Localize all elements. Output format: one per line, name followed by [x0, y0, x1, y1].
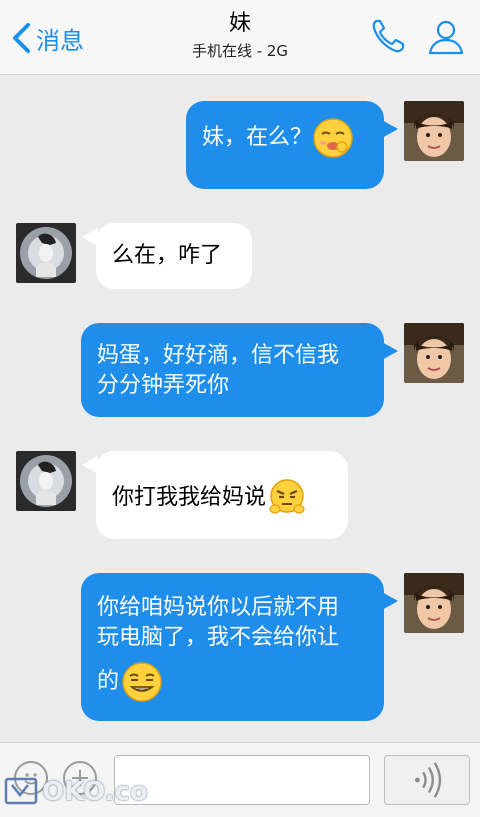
message-text: 么在，咋了 [112, 243, 223, 268]
message-text: 妹，在么？ [202, 125, 313, 150]
message-text-line-with-emoji: 的 [97, 661, 384, 703]
sly-smile-emoji [312, 117, 354, 159]
watermark-logo-icon [4, 777, 38, 805]
message-bubble-incoming[interactable]: 么在，咋了 [96, 223, 252, 289]
message-text-line: 你给咱妈说你以后就不用 [97, 595, 340, 620]
message-text-line: 妈蛋，好好滴，信不信我 [97, 343, 340, 368]
contact-avatar[interactable] [16, 223, 76, 283]
girl-avatar-image [404, 101, 464, 161]
message-text: 你打我我给妈说 [112, 485, 267, 510]
message-text-line: 分分钟弄死你 [97, 373, 230, 398]
grin-emoji [121, 661, 163, 703]
voice-button[interactable] [384, 755, 470, 805]
message-bubble-incoming[interactable]: 你打我我给妈说 [96, 451, 348, 539]
my-avatar[interactable] [404, 323, 464, 383]
contact-title-block: 妹 手机在线 - 2G [0, 10, 480, 62]
voice-wave-icon [415, 762, 442, 798]
message-input[interactable] [114, 755, 370, 805]
message-bubble-outgoing[interactable]: 妈蛋，好好滴，信不信我 分分钟弄死你 [81, 323, 384, 417]
contact-avatar[interactable] [16, 451, 76, 511]
contact-name: 妹 [228, 11, 251, 36]
sketch-avatar-image [16, 451, 76, 511]
girl-avatar-image [404, 573, 464, 633]
phone-icon[interactable] [368, 16, 408, 56]
bubble-tail [382, 342, 398, 360]
sketch-avatar-image [16, 223, 76, 283]
bubble-tail [382, 120, 398, 138]
my-avatar[interactable] [404, 573, 464, 633]
message-text-line: 玩电脑了，我不会给你让 [97, 625, 340, 650]
message-text: 的 [97, 669, 120, 694]
message-bubble-outgoing[interactable]: 妹，在么？ [186, 101, 384, 189]
watermark: OKO.co [4, 774, 148, 810]
girl-avatar-image [404, 323, 464, 383]
contact-profile-icon[interactable] [426, 16, 466, 56]
chat-header: 消息 妹 手机在线 - 2G [0, 0, 480, 75]
annoyed-emoji [266, 477, 308, 519]
bubble-tail [382, 592, 398, 610]
online-status: 手机在线 - 2G [191, 42, 289, 60]
watermark-text: OKO.co [42, 777, 148, 807]
message-bubble-outgoing[interactable]: 你给咱妈说你以后就不用 玩电脑了，我不会给你让 的 [81, 573, 384, 721]
my-avatar[interactable] [404, 101, 464, 161]
